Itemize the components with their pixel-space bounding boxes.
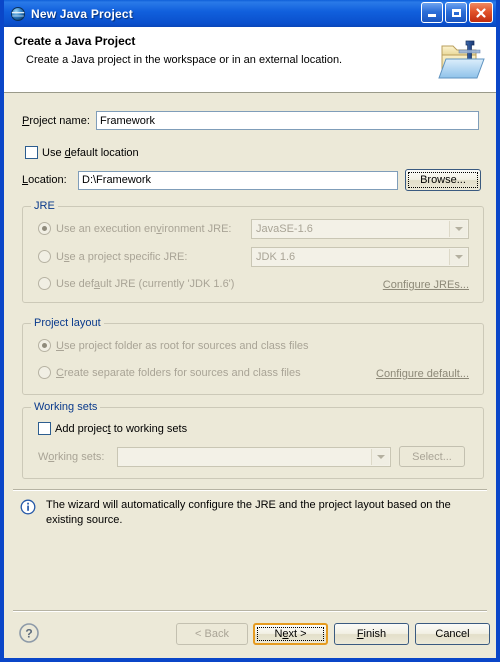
working-sets-group-title: Working sets	[31, 401, 101, 413]
help-question-icon[interactable]: ?	[18, 622, 40, 644]
layout-project-folder-radio[interactable]	[38, 339, 51, 352]
working-sets-group: Working sets Add project to working sets…	[22, 401, 484, 479]
select-working-sets-label: Select...	[412, 450, 452, 463]
minimize-icon	[428, 14, 436, 17]
layout-separate-folders-radio[interactable]	[38, 366, 51, 379]
chevron-down-icon[interactable]	[449, 221, 467, 237]
jre-option-execution-environment[interactable]: Use an execution environment JRE:	[38, 222, 232, 235]
cancel-button-label: Cancel	[435, 628, 470, 640]
jre-execution-environment-combo[interactable]: JavaSE-1.6	[251, 219, 469, 239]
jre-group: JRE Use an execution environment JRE: Ja…	[22, 200, 484, 303]
maximize-icon	[451, 8, 461, 17]
layout-option-separate-folders[interactable]: Create separate folders for sources and …	[38, 366, 301, 379]
close-icon	[476, 7, 486, 18]
jre-group-title: JRE	[31, 200, 58, 212]
java-folder-banner-icon	[436, 35, 488, 83]
chevron-down-icon[interactable]	[449, 249, 467, 265]
maximize-button[interactable]	[445, 2, 467, 23]
finish-button[interactable]: Finish	[334, 623, 409, 645]
info-separator	[13, 489, 487, 491]
layout-option-project-folder-root[interactable]: Use project folder as root for sources a…	[38, 339, 309, 352]
jre-execution-environment-combo-value: JavaSE-1.6	[256, 223, 313, 235]
jre-execution-environment-radio[interactable]	[38, 222, 51, 235]
location-row: Location: Browse...	[22, 169, 484, 191]
back-button-label: < Back	[195, 628, 229, 640]
page-title: Create a Java Project	[14, 34, 136, 48]
title-bar[interactable]: New Java Project	[4, 0, 496, 27]
jre-option-project-specific[interactable]: Use a project specific JRE:	[38, 250, 187, 263]
location-label: Location:	[22, 174, 67, 186]
jre-default-radio[interactable]	[38, 277, 51, 290]
add-project-to-working-sets-checkbox[interactable]	[38, 422, 51, 435]
working-sets-combo[interactable]	[117, 446, 391, 467]
next-button[interactable]: Next >	[253, 623, 328, 645]
project-layout-group: Project layout Use project folder as roo…	[22, 317, 484, 395]
close-button[interactable]	[469, 2, 493, 23]
project-name-row: Project name:	[22, 111, 484, 130]
layout-project-folder-label: Use project folder as root for sources a…	[56, 339, 309, 352]
info-message-text: The wizard will automatically configure …	[46, 499, 451, 526]
svg-text:?: ?	[25, 627, 32, 641]
jre-project-specific-combo-value: JDK 1.6	[256, 251, 296, 263]
select-working-sets-button[interactable]: Select...	[399, 446, 465, 467]
footer-separator	[13, 610, 487, 612]
layout-separate-folders-label: Create separate folders for sources and …	[56, 366, 301, 379]
back-button[interactable]: < Back	[176, 623, 248, 645]
jre-project-specific-label: Use a project specific JRE:	[56, 250, 188, 263]
window-controls	[421, 2, 493, 23]
configure-jres-link[interactable]: Configure JREs...	[383, 279, 469, 291]
project-name-input[interactable]	[96, 111, 479, 130]
use-default-location-row[interactable]: Use default location	[25, 146, 139, 159]
new-java-project-dialog: New Java Project Create a Java Project C…	[0, 0, 500, 662]
next-button-label: Next >	[274, 628, 307, 640]
location-input[interactable]	[78, 170, 398, 190]
add-project-to-working-sets-row[interactable]: Add project to working sets	[38, 422, 187, 435]
dialog-footer: ? < Back Next > Finish Cancel	[4, 610, 496, 658]
jre-project-specific-combo[interactable]: JDK 1.6	[251, 247, 469, 267]
use-default-location-label: Use default location	[42, 146, 139, 159]
information-icon	[20, 499, 36, 515]
jre-option-default[interactable]: Use default JRE (currently 'JDK 1.6')	[38, 277, 234, 290]
dialog-body: Project name: Use default location Locat…	[4, 93, 496, 614]
java-project-icon	[10, 6, 26, 22]
jre-execution-environment-label: Use an execution environment JRE:	[56, 222, 232, 235]
chevron-down-icon[interactable]	[371, 448, 389, 465]
window-title: New Java Project	[31, 6, 133, 21]
add-project-to-working-sets-label: Add project to working sets	[55, 422, 188, 435]
browse-button[interactable]: Browse...	[405, 169, 481, 191]
minimize-button[interactable]	[421, 2, 443, 23]
working-sets-label: Working sets:	[38, 450, 105, 463]
finish-button-label: Finish	[356, 628, 387, 640]
jre-default-label: Use default JRE (currently 'JDK 1.6')	[56, 277, 235, 290]
cancel-button[interactable]: Cancel	[415, 623, 490, 645]
project-name-label: Project name:	[22, 114, 90, 127]
browse-button-label: Browse...	[420, 174, 466, 186]
working-sets-row: Working sets: Select...	[38, 446, 470, 467]
configure-default-link[interactable]: Configure default...	[376, 368, 469, 380]
page-description: Create a Java project in the workspace o…	[26, 54, 343, 66]
project-layout-group-title: Project layout	[31, 317, 104, 329]
wizard-banner: Create a Java Project Create a Java proj…	[4, 27, 496, 93]
jre-project-specific-radio[interactable]	[38, 250, 51, 263]
use-default-location-checkbox[interactable]	[25, 146, 38, 159]
info-message: The wizard will automatically configure …	[20, 498, 482, 528]
